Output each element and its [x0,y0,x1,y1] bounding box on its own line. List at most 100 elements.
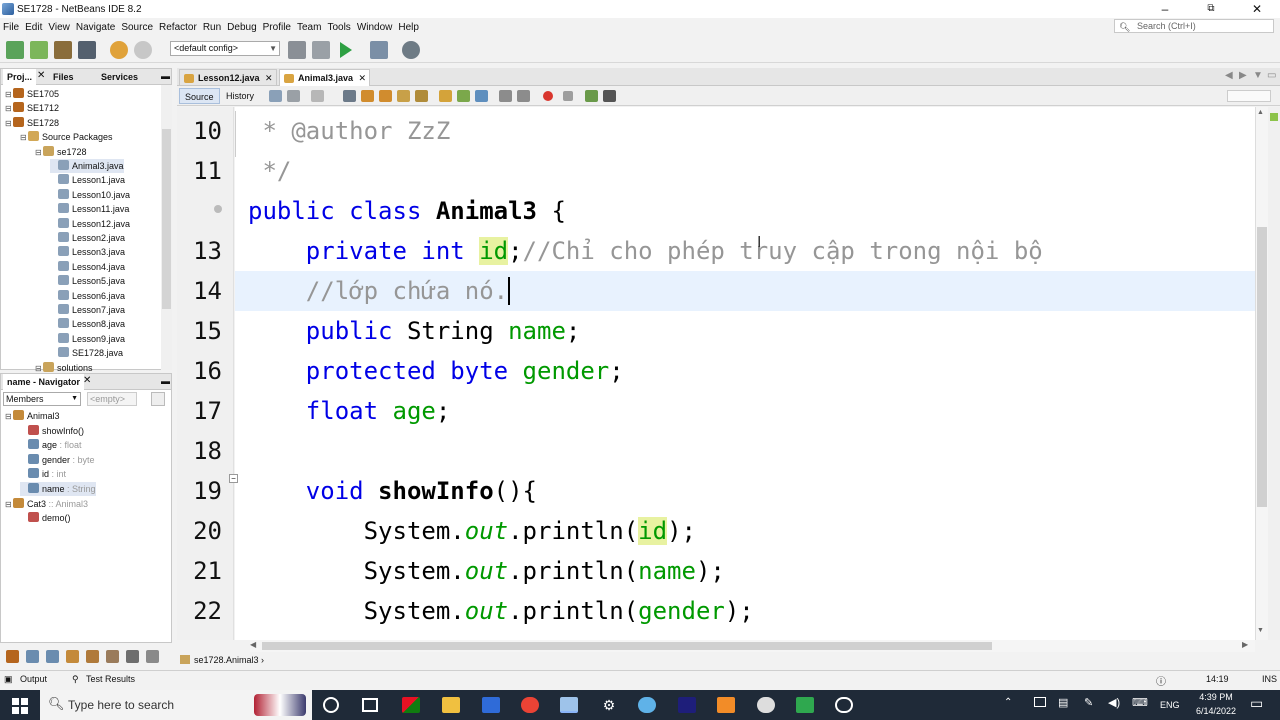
undo-icon[interactable] [110,41,128,59]
minimize-panel-icon[interactable]: ▬ [161,71,170,81]
sort-icon[interactable] [126,650,139,663]
chevron-up-icon[interactable]: ⌃ [1004,697,1012,708]
run-icon[interactable] [340,42,352,58]
output-tab[interactable]: Output [20,674,47,684]
filter-icon[interactable] [86,650,99,663]
sort-icon[interactable] [146,650,159,663]
find-previous-icon[interactable] [361,90,374,102]
fold-toggle-icon[interactable]: − [229,474,238,483]
tab-files[interactable]: Files [49,69,78,85]
tree-item[interactable]: Lesson8.java [50,317,125,331]
shift-left-icon[interactable] [499,90,512,102]
clock-date[interactable]: 6/14/2022 [1190,706,1242,716]
stop-macro-icon[interactable] [563,91,573,101]
shift-right-icon[interactable] [517,90,530,102]
tree-item[interactable]: ⊟ SE1705 [5,87,59,101]
scroll-up-icon[interactable]: ▲ [1257,109,1264,116]
menu-tools[interactable]: Tools [324,22,353,33]
clean-build-icon[interactable] [312,41,330,59]
tree-item[interactable]: Lesson11.java [50,202,129,216]
tree-item[interactable]: Lesson12.java [50,217,130,231]
menu-debug[interactable]: Debug [224,22,259,33]
camtasia-icon[interactable] [796,697,814,713]
record-macro-icon[interactable] [543,91,553,101]
tree-item[interactable]: ⊟ SE1728 [5,116,59,130]
tree-item[interactable]: Lesson1.java [50,173,125,187]
test-results-tab[interactable]: Test Results [86,674,135,684]
source-button[interactable]: Source [179,88,220,104]
close-icon[interactable]: ✕ [83,375,91,386]
navigator-options-icon[interactable] [151,392,165,406]
navigator-item[interactable]: showInfo() [20,424,84,438]
windows-start-icon[interactable] [12,698,28,714]
keyboard-icon[interactable]: ⌨ [1132,696,1148,709]
new-project-icon[interactable] [30,41,48,59]
maximize-button[interactable]: ⧉ [1188,0,1234,18]
find-selection-icon[interactable] [397,90,410,102]
toggle-bookmark-icon[interactable] [475,90,488,102]
tree-item[interactable]: SE1728.java [50,346,123,360]
netbeans-taskbar-icon[interactable] [560,697,578,713]
tree-item[interactable]: Lesson3.java [50,245,125,259]
previous-bookmark-icon[interactable] [439,90,452,102]
filter-icon[interactable] [106,650,119,663]
scroll-left-icon[interactable]: ◀ [1225,70,1233,81]
toggle-highlight-icon[interactable] [415,90,428,102]
back-icon[interactable] [287,90,300,102]
expand-icon[interactable]: ⊟ [35,146,43,160]
menu-view[interactable]: View [45,22,73,33]
members-select[interactable]: Members ▼ [3,392,81,406]
forward-icon[interactable] [311,90,324,102]
filter-icon[interactable] [46,650,59,663]
scroll-left-icon[interactable]: ◀ [250,640,256,649]
navigator-item[interactable]: ⊟ Cat3 :: Animal3 [5,497,88,511]
tree-item[interactable]: Lesson4.java [50,260,125,274]
tab-projects[interactable]: Proj... [3,69,37,85]
scroll-thumb[interactable] [262,642,992,650]
edge-icon[interactable] [638,697,656,713]
navigator-item[interactable]: gender : byte [20,453,95,467]
filter-icon[interactable] [26,650,39,663]
navigator-title[interactable]: name - Navigator [3,374,85,390]
maximize-editor-icon[interactable]: ▭ [1267,70,1276,81]
menu-navigate[interactable]: Navigate [73,22,118,33]
expand-icon[interactable]: ⊟ [5,88,13,102]
breadcrumb[interactable]: se1728.Animal3 › [180,653,264,667]
navigator-item[interactable]: age : float [20,438,82,452]
task-view-icon[interactable] [362,698,378,712]
build-icon[interactable] [288,41,306,59]
filter-icon[interactable] [6,650,19,663]
navigator-item[interactable]: demo() [20,511,71,525]
scroll-right-icon[interactable]: ▶ [1242,640,1248,649]
menu-file[interactable]: File [0,22,22,33]
mail-icon[interactable] [482,697,500,713]
file-explorer-icon[interactable] [442,697,460,713]
scroll-thumb[interactable] [1257,227,1267,507]
menu-run[interactable]: Run [200,22,224,33]
tree-item[interactable]: Lesson10.java [50,188,130,202]
navigator-item[interactable]: id : int [20,467,66,481]
office-icon[interactable] [402,697,420,713]
scroll-right-icon[interactable]: ▶ [1239,70,1247,81]
menu-window[interactable]: Window [354,22,396,33]
expand-icon[interactable]: ⊟ [20,131,28,145]
editor-horizontal-scrollbar[interactable]: ◀ ▶ [250,640,1255,652]
menu-profile[interactable]: Profile [260,22,294,33]
tab-lesson12[interactable]: Lesson12.java ✕ [179,69,277,86]
navigator-item[interactable]: name : String [20,482,96,496]
tree-item[interactable]: Lesson6.java [50,289,125,303]
expand-icon[interactable]: ⊟ [5,498,13,512]
menu-team[interactable]: Team [294,22,324,33]
expand-icon[interactable]: ⊟ [5,117,13,131]
expand-icon[interactable]: ⊟ [5,410,13,424]
scroll-thumb[interactable] [162,129,171,309]
sublime-icon[interactable] [717,697,735,713]
minimize-panel-icon[interactable]: ▬ [161,376,170,386]
next-bookmark-icon[interactable] [457,90,470,102]
tree-item[interactable]: ⊟ Source Packages [20,130,113,144]
obs-icon[interactable] [835,697,853,713]
tree-item[interactable]: ⊟ SE1712 [5,101,59,115]
empty-select[interactable]: <empty> [87,392,137,406]
find-next-icon[interactable] [379,90,392,102]
tab-list-icon[interactable]: ▼ [1253,70,1263,81]
